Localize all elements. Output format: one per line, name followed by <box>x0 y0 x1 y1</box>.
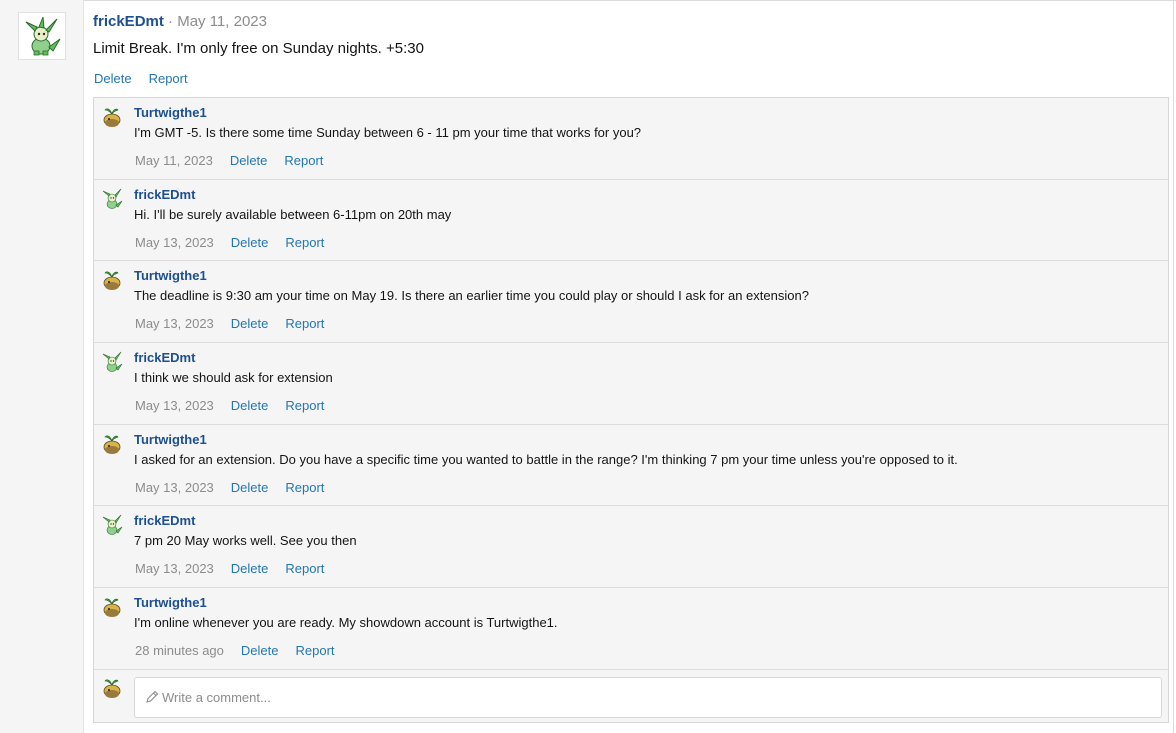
comment-delete-link[interactable]: Delete <box>231 316 269 331</box>
comment-delete-link[interactable]: Delete <box>241 643 279 658</box>
post-delete-link[interactable]: Delete <box>94 71 132 86</box>
post-header: frickEDmt · May 11, 2023 <box>93 13 267 30</box>
comment-delete-link[interactable]: Delete <box>230 153 268 168</box>
comment-delete-link[interactable]: Delete <box>231 480 269 495</box>
leafeon-avatar-icon <box>102 515 123 536</box>
comment-actions: May 13, 2023 Delete Report <box>135 398 341 413</box>
comment-date[interactable]: May 13, 2023 <box>135 316 214 331</box>
comment-date[interactable]: May 11, 2023 <box>135 153 213 168</box>
comment-username[interactable]: frickEDmt <box>134 350 195 365</box>
comment-report-link[interactable]: Report <box>285 235 324 250</box>
post-username[interactable]: frickEDmt <box>93 13 164 30</box>
comment-date[interactable]: May 13, 2023 <box>135 235 214 250</box>
comment-username[interactable]: Turtwigthe1 <box>134 595 207 610</box>
post-actions: Delete Report <box>94 71 205 86</box>
comment-date[interactable]: May 13, 2023 <box>135 561 214 576</box>
turtwig-avatar-icon <box>103 271 121 291</box>
comment-date[interactable]: May 13, 2023 <box>135 398 214 413</box>
pencil-icon <box>146 690 159 703</box>
leafeon-avatar-icon <box>102 188 123 209</box>
comments-panel: Turtwigthe1 I'm GMT -5. Is there some ti… <box>93 97 1169 723</box>
left-gutter <box>0 0 84 733</box>
comment-username[interactable]: frickEDmt <box>134 513 195 528</box>
comment-actions: May 11, 2023 Delete Report <box>135 153 340 168</box>
post-separator: · <box>168 13 174 30</box>
comment-list: Turtwigthe1 I'm GMT -5. Is there some ti… <box>94 98 1168 670</box>
comment-date[interactable]: 28 minutes ago <box>135 643 224 658</box>
comment-delete-link[interactable]: Delete <box>231 398 269 413</box>
comment-date[interactable]: May 13, 2023 <box>135 480 214 495</box>
comment-username[interactable]: Turtwigthe1 <box>134 432 207 447</box>
comment-actions: May 13, 2023 Delete Report <box>135 316 341 331</box>
comment-actions: May 13, 2023 Delete Report <box>135 561 341 576</box>
comment-actions: 28 minutes ago Delete Report <box>135 643 352 658</box>
post-date[interactable]: May 11, 2023 <box>177 13 267 30</box>
comment-delete-link[interactable]: Delete <box>231 235 269 250</box>
comment-report-link[interactable]: Report <box>284 153 323 168</box>
comment-actions: May 13, 2023 Delete Report <box>135 235 341 250</box>
comment-username[interactable]: Turtwigthe1 <box>134 268 207 283</box>
reply-row: Write a comment... <box>94 670 1168 723</box>
comment-text: I think we should ask for extension <box>134 370 333 386</box>
comment-actions: May 13, 2023 Delete Report <box>135 480 341 495</box>
comment-text: The deadline is 9:30 am your time on May… <box>134 288 809 304</box>
comment-input[interactable]: Write a comment... <box>134 676 1162 718</box>
turtwig-avatar-icon <box>103 435 121 454</box>
comment: Turtwigthe1 The deadline is 9:30 am your… <box>94 261 1168 344</box>
turtwig-avatar-icon <box>103 598 121 618</box>
post-avatar[interactable] <box>18 12 66 60</box>
leafeon-avatar-icon <box>25 16 61 56</box>
comment-text: I asked for an extension. Do you have a … <box>134 451 958 467</box>
comment-text: I'm GMT -5. Is there some time Sunday be… <box>134 125 642 140</box>
right-border <box>1173 0 1174 733</box>
comment: Turtwigthe1 I asked for an extension. Do… <box>94 425 1168 507</box>
top-border <box>0 0 1176 1</box>
turtwig-avatar-icon <box>103 679 121 698</box>
comment: frickEDmt I think we should ask for exte… <box>94 343 1168 425</box>
comment-report-link[interactable]: Report <box>285 480 324 495</box>
post-text: Limit Break. I'm only free on Sunday nig… <box>93 40 424 57</box>
comment-report-link[interactable]: Report <box>295 643 334 658</box>
comment: Turtwigthe1 I'm GMT -5. Is there some ti… <box>94 98 1168 180</box>
turtwig-avatar-icon <box>103 108 121 127</box>
comment-report-link[interactable]: Report <box>285 398 324 413</box>
comment-username[interactable]: Turtwigthe1 <box>134 105 207 120</box>
comment-delete-link[interactable]: Delete <box>231 561 269 576</box>
comment-text: 7 pm 20 May works well. See you then <box>134 533 357 549</box>
leafeon-avatar-icon <box>102 351 123 372</box>
comment-report-link[interactable]: Report <box>285 316 324 331</box>
comment-username[interactable]: frickEDmt <box>134 187 195 202</box>
comment-text: I'm online whenever you are ready. My sh… <box>134 615 558 631</box>
comment-report-link[interactable]: Report <box>285 561 324 576</box>
comment: frickEDmt 7 pm 20 May works well. See yo… <box>94 506 1168 589</box>
comment-text: Hi. I'll be surely available between 6-1… <box>134 206 452 222</box>
comment-input-placeholder: Write a comment... <box>162 689 271 705</box>
post-report-link[interactable]: Report <box>149 71 188 86</box>
comment: frickEDmt Hi. I'll be surely available b… <box>94 180 1168 262</box>
comment: Turtwigthe1 I'm online whenever you are … <box>94 588 1168 670</box>
